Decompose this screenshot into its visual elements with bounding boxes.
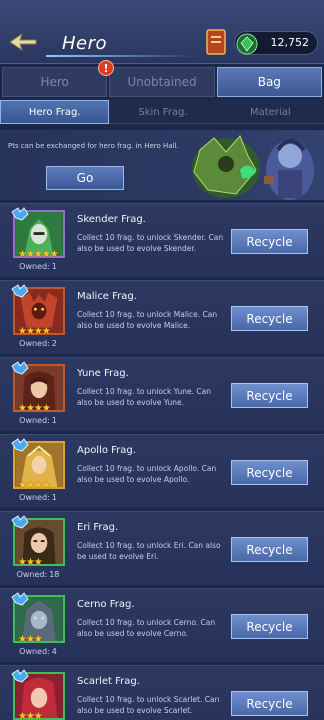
sub-tabs: Hero Frag. Skin Frag. Material [0,100,324,124]
fragment-badge-icon [11,438,29,452]
owned-count: Owned: 18 [16,570,60,579]
list-item: ★★★ Owned: 18 Eri Frag. Collect 10 frag. … [0,511,324,585]
subtab-material[interactable]: Material [217,100,324,124]
fragment-description: Collect 10 frag. to unlock Scarlet. Can … [77,695,220,715]
recycle-button[interactable]: Recycle [231,537,308,562]
fragment-name: Yune Frag. [77,368,129,379]
gem-icon [236,33,258,55]
fragment-description: Collect 10 frag. to unlock Skender. Can … [77,233,224,253]
tab-bag[interactable]: Bag [216,67,322,97]
recycle-button[interactable]: Recycle [231,306,308,331]
fragment-name: Skender Frag. [77,214,146,225]
hero-hall-banner: Pts can be exchanged for hero frag. in H… [0,130,324,200]
owned-count: Owned: 1 [19,416,57,425]
fragment-name: Malice Frag. [77,291,137,302]
alert-badge: ! [98,60,114,76]
recycle-button[interactable]: Recycle [231,460,308,485]
owned-count: Owned: 1 [19,262,57,271]
title-underline [46,55,196,57]
book-icon[interactable] [205,28,227,56]
back-button[interactable] [6,28,40,56]
star-rating: ★★★ [18,711,43,720]
back-arrow-icon [9,32,37,52]
list-item: ★★★★ Owned: 1 Apollo Frag. Collect 10 fra… [0,434,324,508]
fragment-description: Collect 10 frag. to unlock Malice. Can a… [77,310,218,330]
fragment-name: Scarlet Frag. [77,676,140,687]
recycle-button[interactable]: Recycle [231,383,308,408]
owned-count: Owned: 4 [19,647,57,656]
list-item: ★★★ Scarlet Frag. Collect 10 frag. to un… [0,665,324,720]
fragment-name: Apollo Frag. [77,445,136,456]
star-rating: ★★★ [18,634,43,645]
tab-hero[interactable]: Hero [2,67,108,97]
list-item: ★★★★ Owned: 1 Yune Frag. Collect 10 frag.… [0,357,324,431]
subtab-hero-frag[interactable]: Hero Frag. [0,100,110,124]
fragment-description: Collect 10 frag. to unlock Cerno. Can al… [77,618,216,638]
recycle-button[interactable]: Recycle [231,691,308,716]
recycle-button[interactable]: Recycle [231,229,308,254]
gem-count: 12,752 [270,36,310,49]
list-item: ★★★ Owned: 4 Cerno Frag. Collect 10 frag.… [0,588,324,662]
star-rating: ★★★ [18,557,43,568]
fragment-badge-icon [11,592,29,606]
fragment-badge-icon [11,361,29,375]
star-rating: ★★★★ [18,403,51,414]
page-title: Hero [62,33,108,54]
top-bar: Hero 12,752 [0,0,324,64]
fragment-badge-icon [11,207,29,221]
gem-counter[interactable]: 12,752 [234,31,318,55]
fragment-description: Collect 10 frag. to unlock Eri. Can also… [77,541,221,561]
main-tabs: Hero Unobtained Bag [0,67,324,97]
banner-hero-art [192,135,314,200]
fragment-description: Collect 10 frag. to unlock Apollo. Can a… [77,464,217,484]
list-item: ★★★★ Owned: 2 Malice Frag. Collect 10 fra… [0,280,324,354]
recycle-button[interactable]: Recycle [231,614,308,639]
owned-count: Owned: 1 [19,493,57,502]
star-rating: ★★★★★ [18,249,59,260]
fragment-badge-icon [11,669,29,683]
owned-count: Owned: 2 [19,339,57,348]
subtab-skin-frag[interactable]: Skin Frag. [109,100,216,124]
fragment-badge-icon [11,284,29,298]
star-rating: ★★★★ [18,326,51,337]
fragment-name: Cerno Frag. [77,599,135,610]
star-rating: ★★★★ [18,480,51,491]
tab-unobtained[interactable]: Unobtained [109,67,215,97]
list-item: ★★★★★ Owned: 1 Skender Frag. Collect 10 f… [0,203,324,277]
fragment-name: Eri Frag. [77,522,119,533]
go-button[interactable]: Go [46,166,124,190]
fragment-badge-icon [11,515,29,529]
banner-text: Pts can be exchanged for hero frag. in H… [8,142,179,150]
fragment-description: Collect 10 frag. to unlock Yune. Can als… [77,387,211,407]
